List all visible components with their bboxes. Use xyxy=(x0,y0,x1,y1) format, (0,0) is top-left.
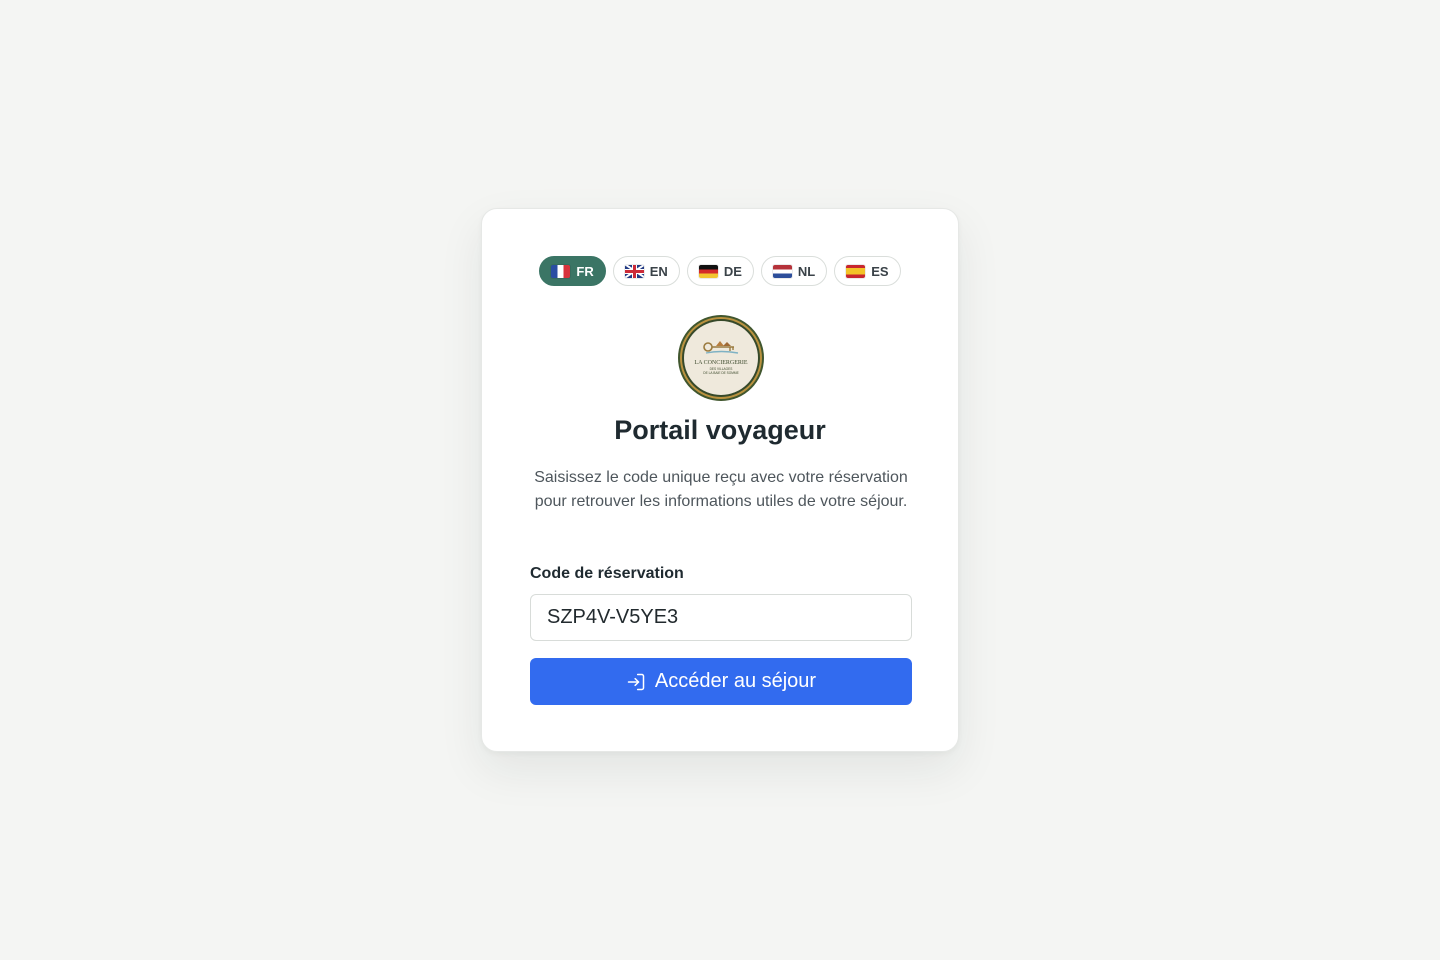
language-code: FR xyxy=(576,263,594,279)
page-title: Portail voyageur xyxy=(614,415,826,445)
svg-text:DE LA BAIE DE SOMME: DE LA BAIE DE SOMME xyxy=(703,371,738,375)
reservation-code-input[interactable] xyxy=(530,594,912,641)
language-code: ES xyxy=(871,263,889,279)
language-button-en[interactable]: EN xyxy=(612,256,680,286)
language-button-fr[interactable]: FR xyxy=(539,256,606,286)
page-description: Saisissez le code unique reçu avec votre… xyxy=(534,469,908,510)
access-stay-label: Accéder au séjour xyxy=(654,670,817,692)
language-selector: FR EN DE NL ES xyxy=(482,256,958,286)
language-button-de[interactable]: DE xyxy=(686,256,754,286)
login-icon xyxy=(627,673,645,690)
conciergerie-logo: LA CONCIERGERIE DES VILLAGES DE LA BAIE … xyxy=(678,315,764,401)
france-flag-icon xyxy=(551,264,571,278)
language-code: NL xyxy=(797,263,816,279)
language-button-nl[interactable]: NL xyxy=(760,256,828,286)
germany-flag-icon xyxy=(698,264,718,278)
access-stay-button[interactable]: Accéder au séjour xyxy=(530,658,912,705)
language-code: EN xyxy=(649,263,668,279)
language-button-es[interactable]: ES xyxy=(834,256,901,286)
login-card: FR EN DE NL ES LA CONCIERGERIE DES VILLA… xyxy=(481,208,959,752)
svg-text:LA CONCIERGERIE: LA CONCIERGERIE xyxy=(694,360,748,366)
netherlands-flag-icon xyxy=(772,264,792,278)
language-code: DE xyxy=(723,263,742,279)
spain-flag-icon xyxy=(846,264,866,278)
uk-flag-icon xyxy=(624,264,644,278)
reservation-code-label: Code de réservation xyxy=(530,565,684,582)
